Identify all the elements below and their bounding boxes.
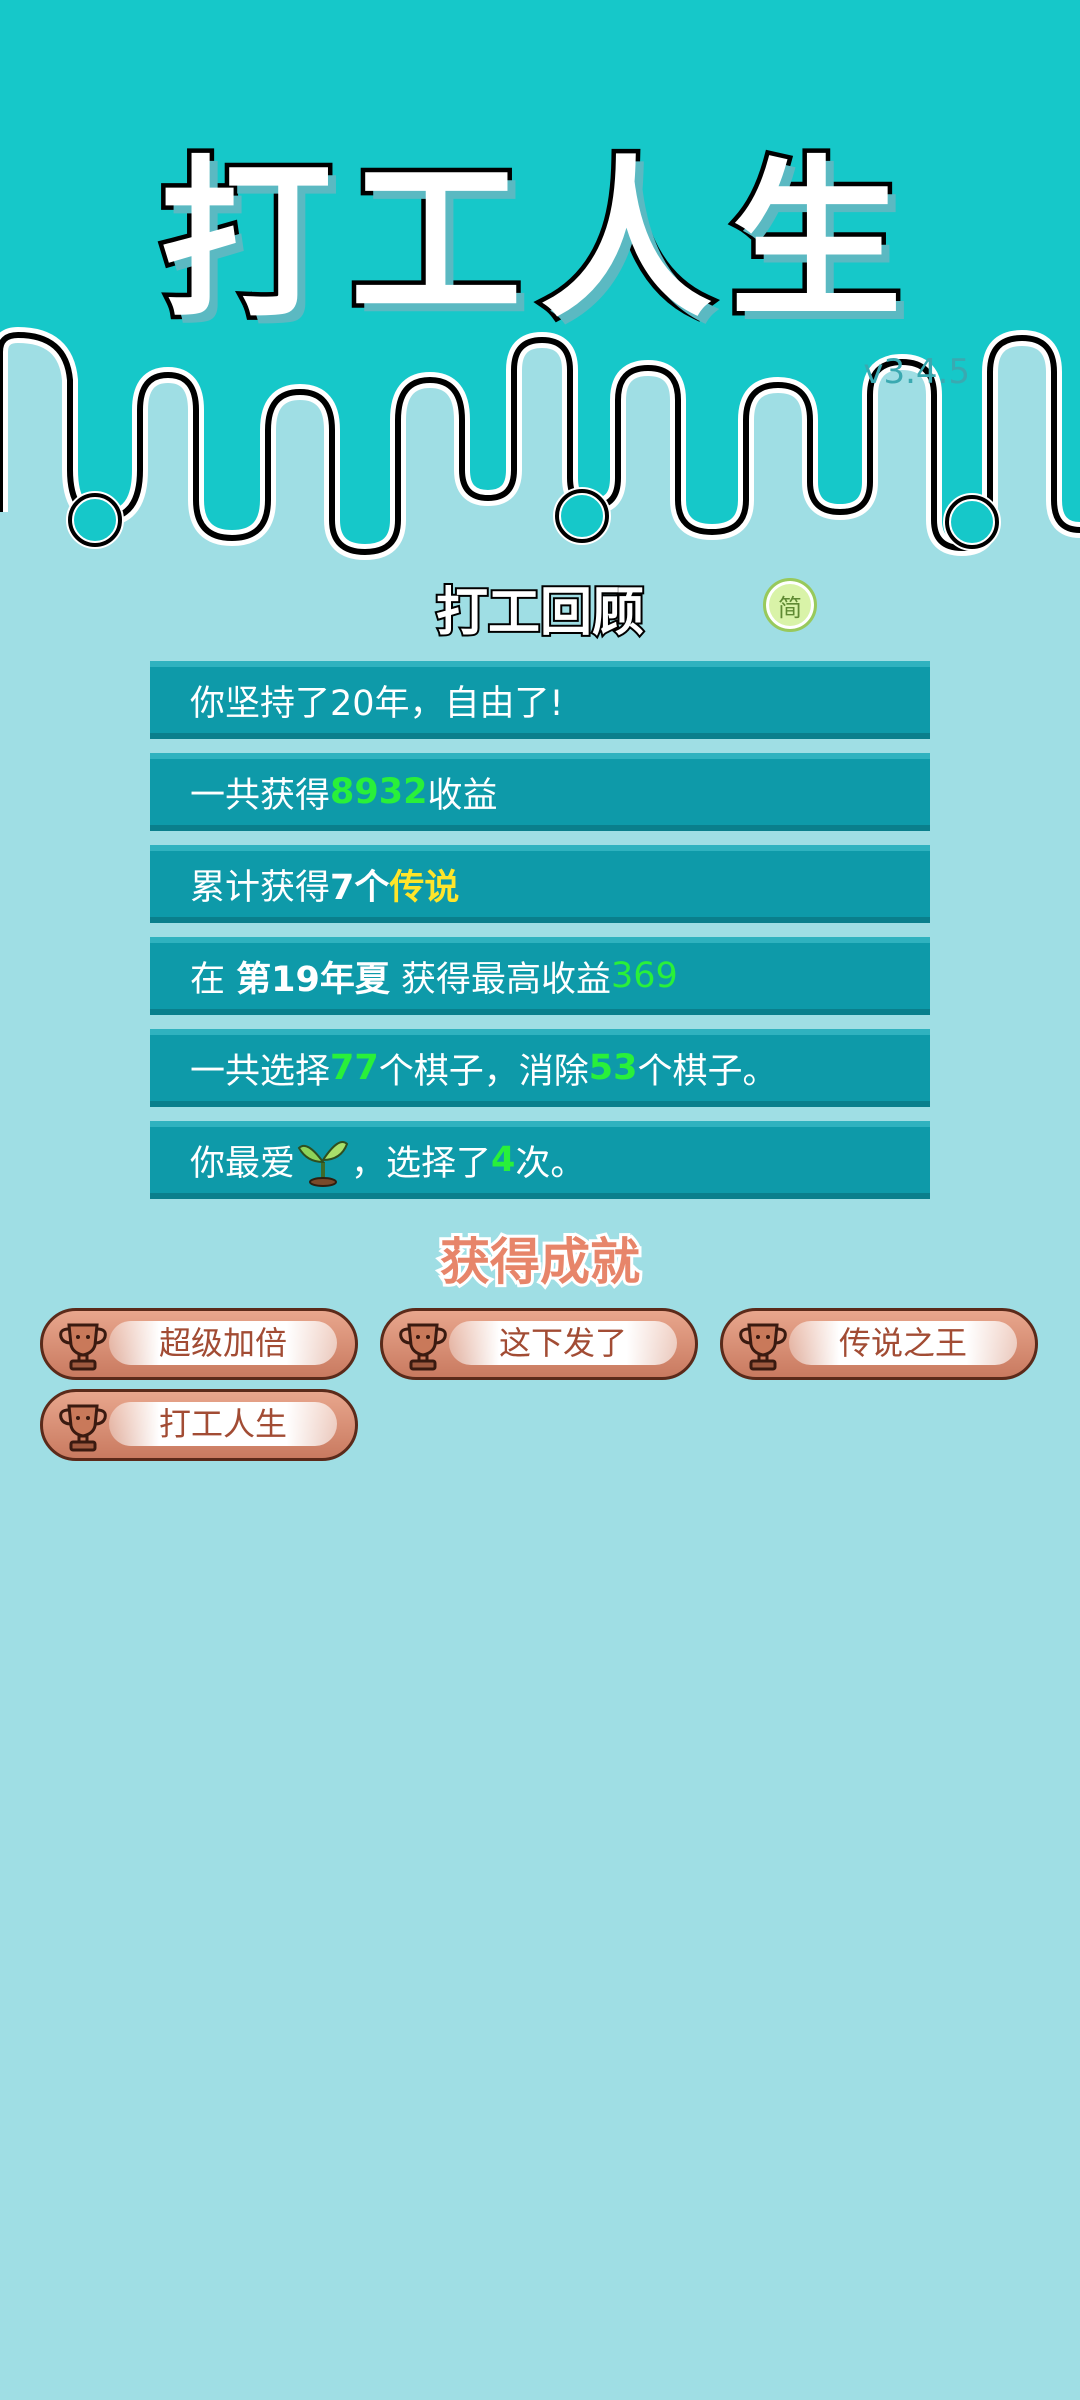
favorite-times: 4 bbox=[491, 1140, 516, 1180]
achievement-label: 打工人生 bbox=[158, 1405, 287, 1443]
review-row-text: 在 bbox=[190, 959, 237, 1000]
selected-count: 77 bbox=[330, 1048, 379, 1088]
legend-label: 传说 bbox=[389, 867, 460, 908]
achievement-label: 传说之王 bbox=[838, 1324, 967, 1362]
trophy-icon bbox=[59, 1323, 107, 1371]
review-row-text: 你最爱 bbox=[190, 1143, 296, 1184]
sprout-icon bbox=[297, 1141, 349, 1187]
review-row-text: 个棋子，消除 bbox=[378, 1051, 589, 1092]
legend-count: 7个 bbox=[330, 867, 390, 908]
trophy-icon bbox=[59, 1404, 107, 1452]
review-row-pieces: 一共选择 77 个棋子，消除 53 个棋子。 bbox=[150, 1029, 930, 1107]
best-income-value: 369 bbox=[611, 956, 678, 996]
review-row-legends: 累计获得 7个 传说 bbox=[150, 845, 930, 923]
review-row-text: 次。 bbox=[515, 1143, 586, 1184]
achievement-badge: 超级加倍 bbox=[40, 1308, 358, 1380]
review-row-income: 一共获得 8932 收益 bbox=[150, 753, 930, 831]
review-row-best-income: 在 第19年夏 获得最高收益 369 bbox=[150, 937, 930, 1015]
income-value: 8932 bbox=[330, 772, 428, 812]
best-season: 第19年夏 bbox=[236, 959, 390, 1000]
review-row-text: 你坚持了20年，自由了! bbox=[190, 683, 564, 724]
achievement-label: 这下发了 bbox=[498, 1324, 627, 1362]
language-toggle-button[interactable]: 简 bbox=[763, 578, 817, 632]
review-row-text: 累计获得 bbox=[190, 867, 331, 908]
header-banner: 打工人生 v3.4.5 bbox=[0, 0, 1080, 560]
trophy-icon bbox=[739, 1323, 787, 1371]
review-row-text: 个棋子。 bbox=[637, 1051, 778, 1092]
review-row-text: 收益 bbox=[427, 775, 498, 816]
game-title: 打工人生 bbox=[156, 136, 920, 346]
review-row-years: 你坚持了20年，自由了! bbox=[150, 661, 930, 739]
review-row-text: 一共选择 bbox=[190, 1051, 331, 1092]
version-label: v3.4.5 bbox=[863, 352, 970, 392]
review-list: 你坚持了20年，自由了! 一共获得 8932 收益 累计获得 7个 传说 在 第19年夏… bbox=[150, 661, 930, 1213]
achievements-title: 获得成就 bbox=[437, 1230, 643, 1294]
review-row-favorite: 你最爱 ，选择了 4 次。 bbox=[150, 1121, 930, 1199]
removed-count: 53 bbox=[588, 1048, 638, 1088]
trophy-icon bbox=[399, 1323, 447, 1371]
achievement-badge: 传说之王 bbox=[720, 1308, 1038, 1380]
achievement-label: 超级加倍 bbox=[158, 1324, 287, 1362]
achievement-badge: 打工人生 bbox=[40, 1389, 358, 1461]
review-row-text: ，选择了 bbox=[351, 1143, 492, 1184]
achievement-badge: 这下发了 bbox=[380, 1308, 698, 1380]
review-row-text: 一共获得 bbox=[190, 775, 331, 816]
review-row-text: 获得最高收益 bbox=[389, 959, 611, 1000]
review-title: 打工回顾 bbox=[434, 581, 646, 645]
